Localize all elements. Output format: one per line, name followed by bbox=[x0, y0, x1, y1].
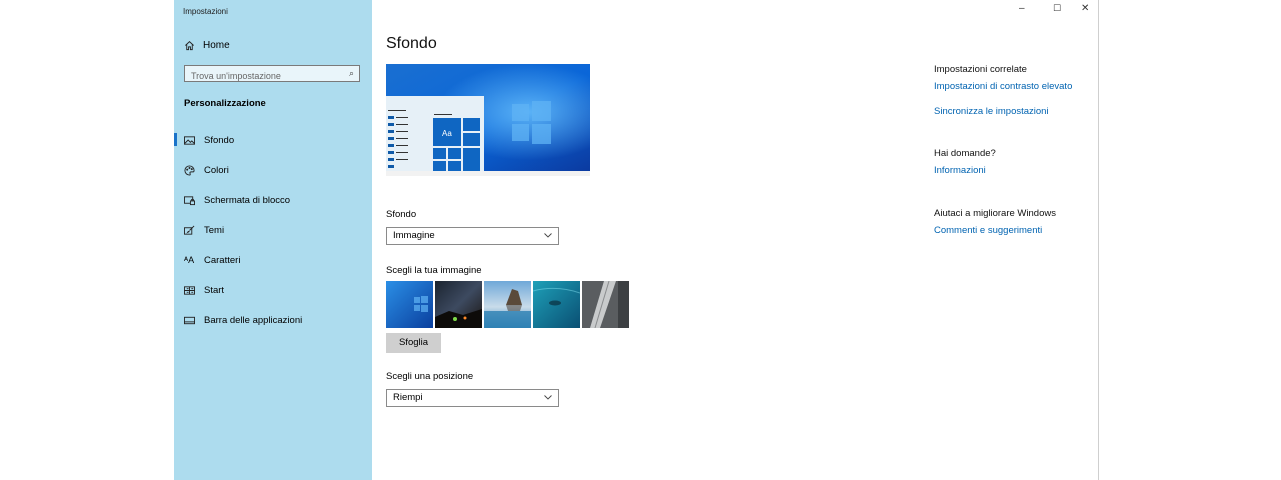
sidebar-item-label: Schermata di blocco bbox=[204, 194, 291, 206]
settings-window: – ☐ ✕ Impostazioni Home ⌕ Personalizzazi… bbox=[174, 0, 1099, 480]
feedback-link[interactable]: Commenti e suggerimenti bbox=[934, 225, 1042, 236]
selection-indicator bbox=[174, 133, 177, 146]
section-title: Personalizzazione bbox=[184, 98, 266, 109]
image-thumbnails bbox=[386, 281, 629, 328]
minimize-button[interactable]: – bbox=[1019, 3, 1025, 14]
sidebar: Impostazioni Home ⌕ Personalizzazione Sf… bbox=[174, 0, 372, 480]
app-title: Impostazioni bbox=[183, 7, 228, 16]
sidebar-item-caratteri[interactable]: ᴬA Caratteri bbox=[184, 253, 240, 267]
sidebar-item-schermata-di-blocco[interactable]: Schermata di blocco bbox=[184, 193, 290, 207]
questions-title: Hai domande? bbox=[934, 148, 996, 159]
info-link[interactable]: Informazioni bbox=[934, 165, 986, 176]
sidebar-item-label: Barra delle applicazioni bbox=[204, 314, 303, 326]
sidebar-item-label: Sfondo bbox=[204, 134, 235, 146]
high-contrast-link[interactable]: Impostazioni di contrasto elevato bbox=[934, 81, 1072, 92]
wallpaper-thumb-windows[interactable] bbox=[386, 281, 433, 328]
chevron-down-icon bbox=[544, 395, 552, 400]
brush-icon bbox=[184, 225, 195, 235]
maximize-button[interactable]: ☐ bbox=[1053, 3, 1061, 14]
palette-icon bbox=[184, 164, 195, 176]
position-label: Scegli una posizione bbox=[386, 371, 474, 382]
related-settings-title: Impostazioni correlate bbox=[934, 64, 1027, 75]
background-dropdown-value: Immagine bbox=[393, 230, 435, 241]
background-dropdown[interactable]: Immagine bbox=[386, 227, 559, 245]
page-title: Sfondo bbox=[386, 35, 437, 52]
sidebar-item-sfondo[interactable]: Sfondo bbox=[184, 133, 234, 147]
search-icon[interactable]: ⌕ bbox=[349, 68, 354, 79]
browse-button[interactable]: Sfoglia bbox=[386, 333, 441, 353]
preview-tile-text: Aa bbox=[442, 129, 452, 138]
close-button[interactable]: ✕ bbox=[1081, 3, 1089, 14]
position-dropdown[interactable]: Riempi bbox=[386, 389, 559, 407]
lock-screen-icon bbox=[184, 195, 195, 205]
wallpaper-thumb-road[interactable] bbox=[582, 281, 629, 328]
home-button[interactable]: Home bbox=[184, 40, 230, 51]
search-input[interactable] bbox=[185, 68, 341, 84]
choose-image-label: Scegli la tua immagine bbox=[386, 265, 482, 276]
home-icon bbox=[185, 41, 194, 51]
sidebar-item-label: Caratteri bbox=[204, 254, 241, 266]
desktop-preview: Aa bbox=[386, 64, 590, 176]
wallpaper-thumb-beach[interactable] bbox=[484, 281, 531, 328]
search-box[interactable]: ⌕ bbox=[184, 65, 360, 84]
start-icon bbox=[184, 285, 195, 295]
sync-settings-link[interactable]: Sincronizza le impostazioni bbox=[934, 106, 1049, 117]
sidebar-item-temi[interactable]: Temi bbox=[184, 223, 224, 237]
position-dropdown-value: Riempi bbox=[393, 392, 423, 403]
sidebar-item-start[interactable]: Start bbox=[184, 283, 224, 297]
chevron-down-icon bbox=[544, 233, 552, 238]
improve-title: Aiutaci a migliorare Windows bbox=[934, 208, 1056, 219]
sidebar-item-label: Colori bbox=[204, 164, 229, 176]
wallpaper-thumb-underwater[interactable] bbox=[533, 281, 580, 328]
font-icon: ᴬA bbox=[184, 255, 195, 265]
sidebar-item-barra-delle-applicazioni[interactable]: Barra delle applicazioni bbox=[184, 313, 302, 327]
background-label: Sfondo bbox=[386, 209, 417, 220]
wallpaper-thumb-night-sky[interactable] bbox=[435, 281, 482, 328]
home-label: Home bbox=[203, 40, 230, 51]
sidebar-item-label: Temi bbox=[204, 224, 225, 236]
sidebar-item-label: Start bbox=[204, 284, 225, 296]
sidebar-item-colori[interactable]: Colori bbox=[184, 163, 229, 177]
picture-icon bbox=[184, 135, 195, 145]
taskbar-icon bbox=[184, 316, 195, 324]
